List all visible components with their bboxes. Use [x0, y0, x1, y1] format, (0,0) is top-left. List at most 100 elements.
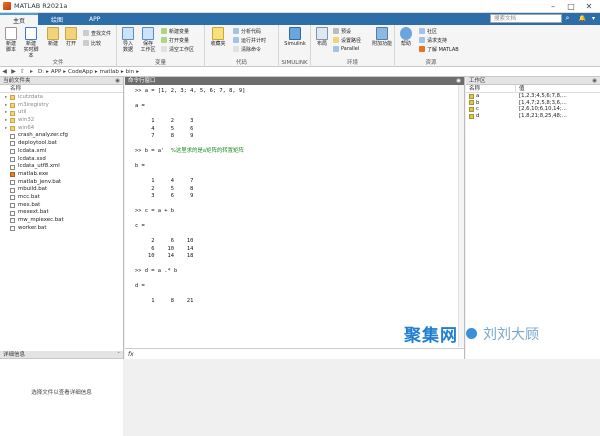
command-prompt[interactable]: fx [125, 348, 464, 359]
run-and-time-button[interactable]: 运行并计时 [233, 36, 266, 44]
find-files-button[interactable]: 查找文件 [83, 29, 111, 37]
name-column-header[interactable]: 名称 [0, 85, 123, 93]
request-support-button[interactable]: 请求支持 [419, 36, 447, 44]
parallel-button[interactable]: Parallel [333, 45, 359, 53]
command-output[interactable]: >> a = [1, 2, 3; 4, 5, 6; 7, 8, 9] a = 1 … [135, 88, 462, 347]
favorites-button[interactable]: 收藏夹 [209, 27, 227, 47]
command-line: 7 8 9 [135, 133, 462, 141]
command-line: 2 6 10 [135, 238, 462, 246]
file-name: mex.bat [18, 201, 41, 208]
breadcrumb-item[interactable]: bin [126, 69, 135, 75]
file-list-item[interactable]: mex.bat [0, 202, 123, 210]
notification-icon[interactable]: 🔔 [578, 14, 587, 23]
command-text: d = [135, 283, 145, 289]
vertical-scrollbar[interactable] [458, 85, 464, 347]
file-list-item[interactable]: matlab_jenv.bat [0, 179, 123, 187]
workspace-variable-row[interactable]: c [2,6,10;6,10,14;... [466, 106, 600, 113]
simulink-group: Simulink SIMULINK [279, 25, 311, 67]
panel-menu-icon[interactable]: ◉ [456, 77, 461, 85]
new-live-script-button[interactable]: 新建 实时脚本 [22, 27, 40, 59]
workspace-variable-row[interactable]: b [1,4,7;2,5,8;3,6,... [466, 100, 600, 107]
account-icon[interactable]: ▾ [589, 14, 598, 23]
command-line: c = [135, 223, 462, 231]
file-name: icutzdata [18, 94, 43, 100]
code-group: 收藏夹 分析代码 运行并计时 清除命令 代码 [205, 25, 279, 67]
tab-home[interactable]: 主页 [0, 13, 39, 25]
name-column-header[interactable]: 名称 [466, 85, 516, 92]
add-ons-button[interactable]: 附加功能 [371, 27, 393, 47]
file-list-item[interactable]: ▸ win64 [0, 125, 123, 133]
panel-menu-icon[interactable]: ◉ [115, 77, 120, 85]
breadcrumb-item[interactable]: D: [38, 69, 44, 75]
clear-commands-button[interactable]: 清除命令 [233, 45, 261, 53]
clear-workspace-button[interactable]: 清空工作区 [161, 45, 194, 53]
forward-icon[interactable]: ▶ [9, 68, 18, 75]
save-icon [142, 27, 154, 40]
file-icon [10, 172, 15, 178]
search-icon[interactable]: ⌕ [563, 14, 572, 23]
help-button[interactable]: 帮助 [397, 27, 415, 47]
community-button[interactable]: 社区 [419, 27, 437, 35]
file-list-item[interactable]: matlab.exe [0, 171, 123, 179]
file-list-item[interactable]: crash_analyzer.cfg [0, 132, 123, 140]
tab-plots[interactable]: 绘图 [38, 13, 76, 25]
command-line: a = [135, 103, 462, 111]
file-icon [10, 195, 15, 201]
title-bar: MATLAB R2021a – □ ✕ [0, 0, 600, 13]
workspace-variable-row[interactable]: d [1,8,21;8,25,48;... [466, 113, 600, 120]
new-script-button[interactable]: 新建 脚本 [2, 27, 20, 53]
breadcrumb-item[interactable]: CodeApp [68, 69, 93, 75]
maximize-button[interactable]: □ [562, 0, 580, 13]
file-name: worker.bat [18, 224, 47, 231]
learn-matlab-button[interactable]: 了解 MATLAB [419, 45, 459, 53]
new-variable-button[interactable]: 新建变量 [161, 27, 189, 35]
close-button[interactable]: ✕ [580, 0, 598, 13]
file-list-item[interactable]: worker.bat [0, 225, 123, 233]
breadcrumb-item[interactable]: matlab [100, 69, 119, 75]
open-button[interactable]: 打开 [62, 27, 80, 47]
file-list-item[interactable]: lcdata.xsd [0, 156, 123, 164]
value-column-header[interactable]: 值 [516, 85, 525, 92]
file-list-item[interactable]: lcdata_utf8.xml [0, 163, 123, 171]
file-list-item[interactable]: mexext.bat [0, 209, 123, 217]
file-list: ▸ icutzdata ▸ m3iregistry ▸ util ▸ win32 ▸ win64 c… [0, 93, 123, 232]
file-list-item[interactable]: ▸ win32 [0, 117, 123, 125]
file-list-item[interactable]: deploytool.bat [0, 140, 123, 148]
set-path-button[interactable]: 设置路径 [333, 36, 361, 44]
search-input[interactable]: 搜索文档 [490, 14, 562, 23]
panel-menu-icon[interactable]: ◉ [592, 77, 597, 85]
file-list-item[interactable]: lcdata.xml [0, 148, 123, 156]
variable-name-cell: a [466, 93, 516, 100]
layout-button[interactable]: 布局 [313, 27, 331, 47]
window-title: MATLAB R2021a [14, 2, 68, 10]
preferences-button[interactable]: 预设 [333, 27, 351, 35]
file-list-item[interactable]: ▸ m3iregistry [0, 102, 123, 110]
back-icon[interactable]: ◀ [0, 68, 9, 75]
file-list-item[interactable]: mw_mpiexec.bat [0, 217, 123, 225]
collapse-icon[interactable]: ˄ [117, 351, 120, 359]
file-list-item[interactable]: mbuild.bat [0, 186, 123, 194]
command-line: >> a = [1, 2, 3; 4, 5, 6; 7, 8, 9] [135, 88, 462, 96]
workspace-header: 工作区 ◉ [466, 77, 600, 85]
tab-apps[interactable]: APP [76, 13, 113, 25]
browse-icon[interactable]: ▸ [27, 68, 36, 75]
new-button[interactable]: 新建 [44, 27, 62, 47]
simulink-button[interactable]: Simulink [282, 27, 308, 47]
file-icon [10, 210, 15, 216]
save-workspace-button[interactable]: 保存 工作区 [139, 27, 157, 53]
file-list-item[interactable]: mcc.bat [0, 194, 123, 202]
compare-button[interactable]: 比较 [83, 39, 101, 47]
simulink-icon [289, 27, 301, 40]
file-list-item[interactable]: ▸ icutzdata [0, 94, 123, 102]
up-folder-icon[interactable]: ⇧ [18, 68, 27, 75]
workspace-variable-row[interactable]: a [1,2,3;4,5,6;7,8,... [466, 93, 600, 100]
current-folder-panel: 当前文件夹 ◉ 名称 ▸ icutzdata ▸ m3iregistry ▸ util ▸ wi… [0, 77, 124, 436]
open-variable-button[interactable]: 打开变量 [161, 36, 189, 44]
import-data-button[interactable]: 导入 数据 [119, 27, 137, 53]
minimize-button[interactable]: – [544, 0, 562, 13]
analyze-code-button[interactable]: 分析代码 [233, 27, 261, 35]
command-line [135, 171, 462, 179]
variable-name-cell: d [466, 113, 516, 120]
file-list-item[interactable]: ▸ util [0, 109, 123, 117]
breadcrumb-item[interactable]: APP [51, 69, 61, 75]
